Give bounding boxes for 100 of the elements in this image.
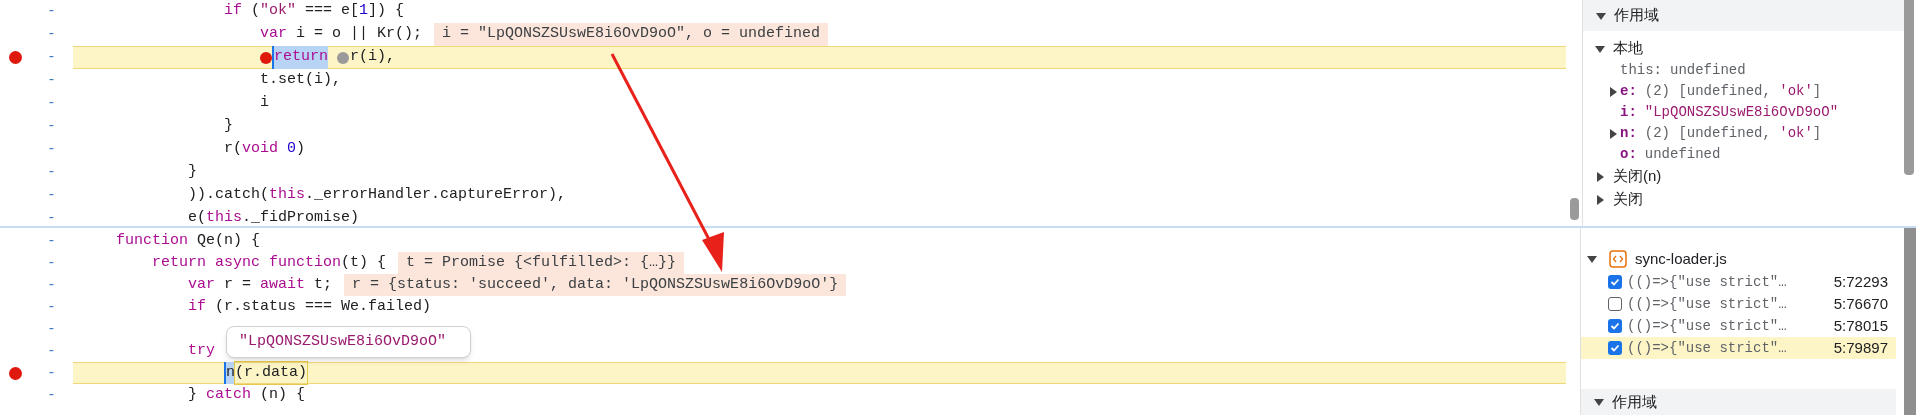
scope-key: this: [1620,60,1662,81]
scrollbar-track[interactable] [1904,228,1916,415]
code-token: ._errorHandler.captureError), [305,185,567,206]
inline-value: r = {status: 'succeed', data: 'LpQONSZSUswE8i6OvD9oO'} [344,273,847,297]
line-number: - [47,253,56,273]
code-token: "ok" [260,1,297,22]
line-number: - [47,341,56,361]
code-token: (r.status === We.failed) [214,296,432,317]
code-token: i [260,93,269,114]
code-token: (n) { [259,384,306,405]
breakpoint-code: (()=>{"use strict"… [1627,338,1787,358]
line-number: - [47,71,56,90]
collapse-triangle-icon[interactable] [1596,10,1606,21]
code-token: this [206,208,243,226]
checkbox[interactable] [1608,341,1622,355]
inline-breakpoint-icon[interactable] [260,51,272,64]
scope-group-label[interactable]: 本地 [1613,37,1643,60]
code-token: (t) { [341,252,387,273]
code-token: ._fidPromise) [242,208,360,226]
code-token: var [260,24,287,45]
breakpoint-code: (()=>{"use strict"… [1627,272,1787,292]
check-icon [1610,277,1620,287]
line-number: - [47,385,56,405]
line-number: - [47,319,56,339]
scrollbar-thumb[interactable] [1904,0,1914,175]
inline-breakpoint-icon[interactable] [337,51,349,64]
checkbox[interactable] [1608,319,1622,333]
scope-key: n: [1620,123,1637,144]
scope-value: (2) [undefined, 'ok'] [1644,82,1822,101]
checkbox[interactable] [1608,297,1622,311]
line-number: - [47,363,56,383]
code-token: (r.data) [235,361,308,385]
scrollbar-thumb[interactable] [1569,198,1579,220]
line-number: - [47,94,56,113]
code-token: return async function [152,252,342,273]
expand-triangle-icon[interactable] [1595,171,1605,182]
scope-group-label[interactable]: 关闭(n) [1613,165,1662,188]
code-token: i = o || Kr(); [295,24,423,45]
file-icon [1609,250,1627,268]
breakpoint-row[interactable]: (()=>{"use strict"… 5:76670 [1581,293,1896,315]
check-icon [1610,343,1620,353]
section-header[interactable]: 作用域 [1583,0,1904,31]
code-token: e( [188,208,206,226]
code-token: ]) { [368,1,405,22]
code-token: 1 [359,1,369,22]
breakpoint-icon[interactable] [8,366,22,380]
code-token: 0 [286,139,297,160]
scope-value: undefined [1644,145,1721,164]
breakpoint-location: 5:78015 [1833,315,1888,336]
code-token: t.set(i), [260,70,341,91]
section-header[interactable]: 作用域 [1581,389,1896,415]
breakpoint-code: (()=>{"use strict"… [1627,316,1787,336]
code-token: this [269,185,306,206]
code-token: if [188,296,206,317]
code-token: return [272,46,328,69]
inline-value: i = "LpQONSZSUswE8i6OvD9oO", o = undefined [434,23,829,46]
check-icon [1610,321,1620,331]
expand-triangle-icon[interactable] [1595,194,1605,205]
line-number: - [47,275,56,295]
breakpoint-location: 5:72293 [1833,271,1888,292]
scope-key: o: [1620,144,1637,165]
code-token: Qe(n) { [196,230,261,251]
scope-value: undefined [1670,61,1746,80]
code-token: var [188,274,215,295]
scope-group-label[interactable]: 关闭 [1613,188,1643,211]
line-number: - [47,2,56,21]
section-title: 作用域 [1612,391,1657,412]
code-token: } [224,116,233,137]
collapse-triangle-icon[interactable] [1595,43,1605,54]
code-token: r = [223,274,253,295]
code-token: } [188,162,197,183]
breakpoint-row[interactable]: (()=>{"use strict"… 5:72293 [1581,271,1896,293]
scope-value: (2) [undefined, 'ok'] [1644,124,1822,143]
code-token: ( [250,1,261,22]
scope-value: "LpQONSZSUswE8i6OvD9oO" [1644,103,1839,122]
line-number: - [47,25,56,44]
code-token: n [224,361,235,385]
code-token: t; [313,274,333,295]
code-token: try [188,340,215,361]
code-token: catch [206,384,252,405]
expand-triangle-icon[interactable] [1608,128,1618,139]
code-token: await [260,274,306,295]
breakpoint-row[interactable]: (()=>{"use strict"… 5:79897 [1581,337,1896,359]
expand-triangle-icon[interactable] [1608,86,1618,97]
breakpoint-row[interactable]: (()=>{"use strict"… 5:78015 [1581,315,1896,337]
code-token: r(i), [350,47,396,68]
breakpoint-location: 5:76670 [1833,293,1888,314]
line-number: - [47,209,56,226]
file-name[interactable]: sync-loader.js [1635,247,1727,271]
checkbox[interactable] [1608,275,1622,289]
breakpoint-code: (()=>{"use strict"… [1627,294,1787,314]
code-token: === e[ [304,1,360,22]
popup-value: "LpQONSZSUswE8i6OvD9oO" [239,331,447,352]
code-token: void [242,139,279,160]
code-token: ) [296,139,306,160]
collapse-triangle-icon[interactable] [1594,397,1604,407]
code-token: if [224,1,242,22]
collapse-triangle-icon[interactable] [1587,254,1597,264]
line-number: - [47,140,56,159]
breakpoint-icon[interactable] [8,51,22,64]
